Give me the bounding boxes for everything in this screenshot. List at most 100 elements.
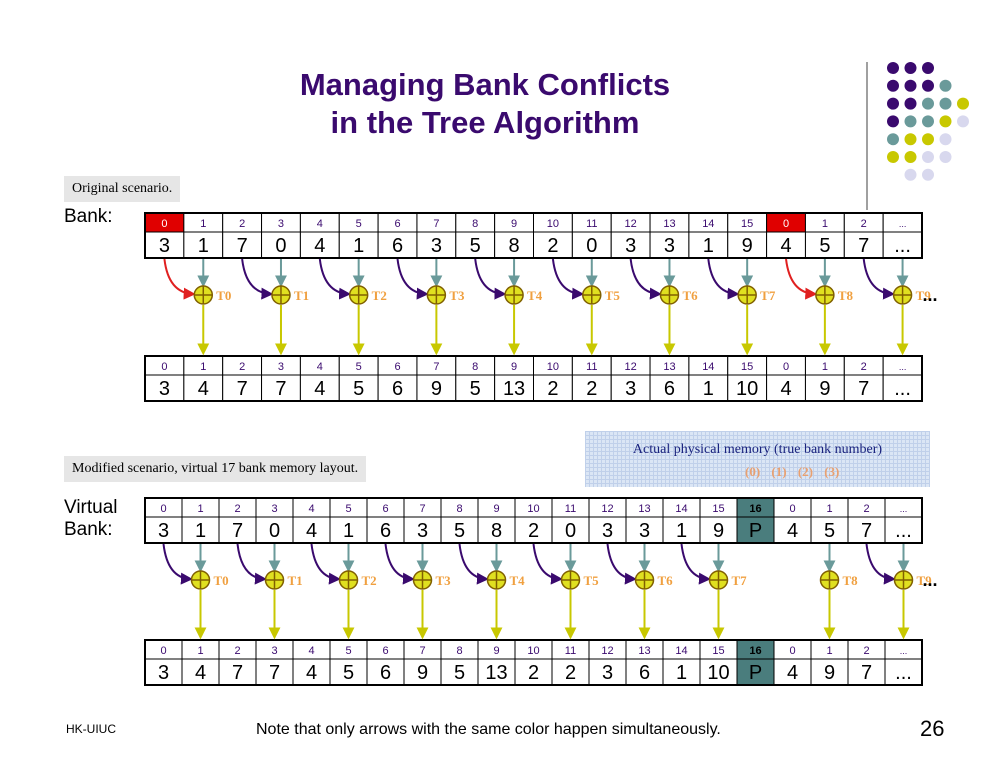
value-text: 8 xyxy=(491,520,502,542)
physical-memory-title: Actual physical memory (true bank number… xyxy=(632,442,883,457)
value-text: 7 xyxy=(858,378,869,400)
decorative-dot xyxy=(887,79,899,92)
decorative-dot xyxy=(887,62,899,74)
value-text: 3 xyxy=(159,235,170,257)
value-text: 7 xyxy=(861,662,872,684)
bank-number: 0 xyxy=(783,361,789,373)
thread-label: T4 xyxy=(510,573,526,588)
thread-arrow-left xyxy=(629,258,662,300)
bank-label: Bank: xyxy=(64,206,113,227)
value-text: ... xyxy=(895,520,912,542)
value-text: 1 xyxy=(703,378,714,400)
value-text: 6 xyxy=(380,662,391,684)
value-text: 4 xyxy=(306,662,317,684)
thread-label: T1 xyxy=(288,573,303,588)
value-text: 2 xyxy=(565,662,576,684)
bank-number: 14 xyxy=(702,218,714,230)
value-text: 4 xyxy=(306,520,317,542)
thread-arrow-left xyxy=(551,258,585,300)
virtual-bank-label: Virtual Bank: xyxy=(64,497,118,541)
bank-number: 0 xyxy=(161,361,167,373)
value-text: 3 xyxy=(158,662,169,684)
thread-ellipsis: ... xyxy=(922,285,937,305)
thread-label: T3 xyxy=(449,288,465,303)
thread-arrow-left xyxy=(474,258,507,300)
value-text: 10 xyxy=(707,662,729,684)
bank-number: 12 xyxy=(601,503,613,515)
bank-number: 2 xyxy=(234,645,240,657)
bank-number: 8 xyxy=(456,503,462,515)
physical-bank-numbers: (0) (1) (2) (3) xyxy=(745,464,840,479)
value-text: 6 xyxy=(639,662,650,684)
value-text: 4 xyxy=(314,235,325,257)
footer-org: HK-UIUC xyxy=(66,722,116,736)
bank-number: 1 xyxy=(197,503,203,515)
value-text: 3 xyxy=(639,520,650,542)
value-text: 1 xyxy=(195,520,206,542)
bank-number: 7 xyxy=(419,503,425,515)
value-text: 2 xyxy=(586,378,597,400)
thread-arrow-left xyxy=(310,543,341,585)
bank-number: 2 xyxy=(234,503,240,515)
decorative-dot xyxy=(922,62,934,74)
bank-number: 13 xyxy=(663,218,675,230)
bank-number: 9 xyxy=(511,361,517,373)
bank-number: 3 xyxy=(271,503,277,515)
bank-number: 7 xyxy=(433,218,439,230)
decorative-dot xyxy=(887,151,899,163)
value-text: 5 xyxy=(454,520,465,542)
value-text: 2 xyxy=(528,520,539,542)
thread-arrow-left xyxy=(241,258,274,300)
decorative-dot xyxy=(957,97,969,110)
thread-arrow-left xyxy=(458,543,489,585)
value-text: 6 xyxy=(392,378,403,400)
decorative-dot xyxy=(939,79,952,92)
value-text: 4 xyxy=(780,235,791,257)
value-text: 1 xyxy=(343,520,354,542)
bank-number: 16 xyxy=(749,503,761,515)
decorative-dot xyxy=(904,151,917,163)
value-text: ... xyxy=(895,662,912,684)
bank-number: 8 xyxy=(472,218,478,230)
value-text: 3 xyxy=(625,378,636,400)
value-text: 3 xyxy=(159,378,170,400)
original-scenario-label: Original scenario. xyxy=(64,176,181,202)
bank-number: 10 xyxy=(547,361,559,373)
decorative-dot xyxy=(904,115,917,128)
value-text: 5 xyxy=(454,662,465,684)
value-text: 0 xyxy=(269,520,280,542)
value-text: 1 xyxy=(198,235,209,257)
value-text: 1 xyxy=(676,520,687,542)
thread-label: T5 xyxy=(605,288,621,303)
bank-number: 12 xyxy=(601,645,613,657)
bank-number: 14 xyxy=(675,503,687,515)
bank-number: 0 xyxy=(783,218,789,230)
thread-arrow-left xyxy=(236,543,267,585)
value-text: 13 xyxy=(485,662,507,684)
value-text: 4 xyxy=(787,520,798,542)
bank-number: 5 xyxy=(345,645,351,657)
value-text: 4 xyxy=(314,378,325,400)
decorative-dot xyxy=(939,115,952,128)
value-text: 3 xyxy=(602,520,613,542)
thread-label: T7 xyxy=(732,573,748,588)
thread-label: T6 xyxy=(658,573,674,588)
bank-number: ... xyxy=(899,219,907,229)
decorative-dot xyxy=(922,97,934,110)
decorative-dot xyxy=(939,151,952,163)
bank-number: 10 xyxy=(547,218,559,230)
bank-number: 8 xyxy=(472,361,478,373)
bank-number: 5 xyxy=(345,503,351,515)
bank-number: 6 xyxy=(394,218,400,230)
value-text: 0 xyxy=(565,520,576,542)
modified-scenario-label: Modified scenario, virtual 17 bank memor… xyxy=(64,456,367,482)
footer-note: Note that only arrows with the same colo… xyxy=(256,721,721,738)
bank-number: 14 xyxy=(702,361,714,373)
thread-label: T0 xyxy=(216,288,231,303)
bank-number: 15 xyxy=(741,361,753,373)
bank-number: 4 xyxy=(317,218,323,230)
value-text: 3 xyxy=(602,662,613,684)
bank-number: 13 xyxy=(638,645,650,657)
value-text: 1 xyxy=(676,662,687,684)
thread-label: T7 xyxy=(760,288,776,303)
